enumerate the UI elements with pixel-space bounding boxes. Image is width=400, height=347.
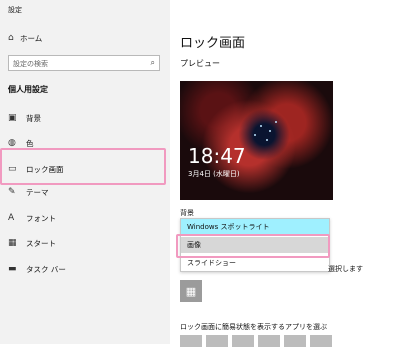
font-icon: A: [8, 213, 15, 223]
star-dot: [254, 134, 256, 136]
star-dot: [266, 139, 268, 141]
quick-status-app-slot[interactable]: [206, 335, 228, 347]
nav-home[interactable]: ⌂ ホーム: [8, 33, 42, 44]
search-placeholder: 設定の検索: [13, 60, 48, 68]
sidebar-item-label: タスク バー: [26, 265, 66, 274]
sidebar-item-theme[interactable]: ✎ テーマ: [8, 187, 49, 198]
taskbar-icon: ▬: [8, 264, 17, 274]
quick-status-app-slot[interactable]: [258, 335, 280, 347]
select-text: 選択します: [328, 265, 363, 273]
picture-option-highlight: [176, 234, 330, 258]
start-icon: ▦: [8, 238, 17, 248]
option-windows-spotlight[interactable]: Windows スポットライト: [181, 219, 329, 235]
star-dot: [269, 130, 271, 132]
star-dot: [275, 121, 277, 123]
theme-icon: ✎: [8, 187, 16, 197]
sidebar-item-label: テーマ: [26, 188, 49, 197]
quick-status-app-slot[interactable]: [180, 335, 202, 347]
quick-status-app-slot[interactable]: [310, 335, 332, 347]
sidebar-item-label: フォント: [26, 214, 56, 223]
picture-icon: ▣: [8, 113, 17, 123]
preview-clock: 18:47: [188, 144, 246, 168]
sidebar-item-background[interactable]: ▣ 背景: [8, 113, 41, 124]
sidebar-item-font[interactable]: A フォント: [8, 213, 56, 224]
sidebar-item-start[interactable]: ▦ スタート: [8, 238, 56, 249]
palette-icon: ◍: [8, 138, 16, 148]
search-icon[interactable]: ⌕: [151, 58, 155, 68]
preview-label: プレビュー: [180, 59, 220, 68]
sidebar-item-label: 背景: [26, 114, 41, 123]
lock-screen-highlight: [0, 148, 166, 185]
calendar-button[interactable]: ▦: [180, 280, 202, 302]
home-icon: ⌂: [8, 33, 14, 43]
preview-date: 3月4日 (水曜日): [188, 170, 240, 178]
quick-status-app-slot[interactable]: [232, 335, 254, 347]
calendar-icon: ▦: [185, 284, 197, 298]
sidebar-item-taskbar[interactable]: ▬ タスク バー: [8, 264, 66, 275]
background-label: 背景: [180, 209, 194, 217]
quick-status-app-slot[interactable]: [284, 335, 306, 347]
search-input[interactable]: 設定の検索 ⌕: [8, 55, 160, 71]
star-dot: [260, 125, 262, 127]
app-title: 設定: [8, 6, 22, 14]
section-label: 個人用設定: [8, 85, 48, 94]
nav-home-label: ホーム: [20, 34, 43, 43]
page-title: ロック画面: [180, 36, 246, 51]
sidebar-item-label: スタート: [26, 239, 56, 248]
quick-status-label: ロック画面に簡易状態を表示するアプリを選ぶ: [180, 323, 327, 331]
lock-screen-preview: 18:47 3月4日 (水曜日): [180, 81, 333, 200]
